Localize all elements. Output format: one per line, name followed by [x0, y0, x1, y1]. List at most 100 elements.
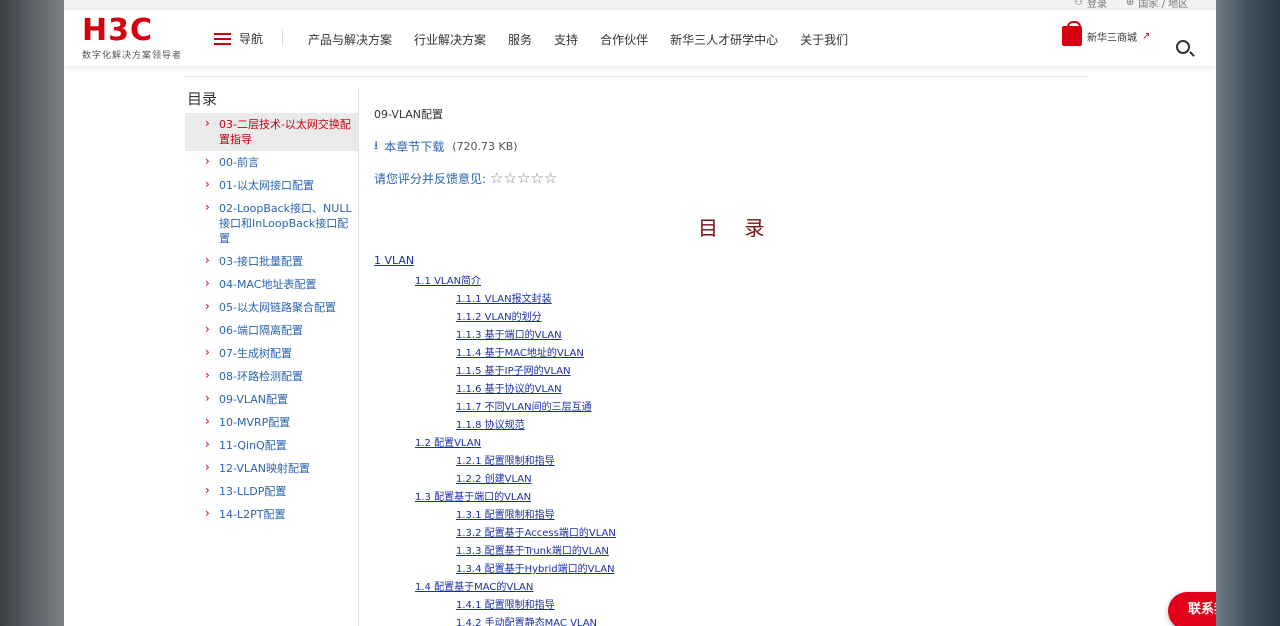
download-icon: ⭳: [374, 138, 379, 152]
nav-link[interactable]: 新华三人才研学中心: [670, 31, 778, 48]
login-link[interactable]: ⚇ 登录: [1074, 0, 1107, 10]
nav-menu-label: 导航: [239, 32, 264, 46]
sidebar-item[interactable]: › 12-VLAN映射配置: [185, 457, 358, 480]
chevron-right-icon: ›: [205, 345, 210, 359]
sidebar-item-label: 07-生成树配置: [219, 347, 292, 360]
shop-link[interactable]: 新华三商城 ↗: [1062, 21, 1150, 46]
logo-tagline: 数字化解决方案领导者: [82, 51, 183, 61]
toc-heading: 目 录: [698, 216, 775, 240]
search-icon[interactable]: [1176, 40, 1190, 54]
toc-link[interactable]: 1.3.4 配置基于Hybrid端口的VLAN: [374, 561, 1074, 579]
download-size: (720.73 KB): [452, 140, 518, 153]
sidebar-item-label: 08-环路检测配置: [219, 370, 303, 383]
sidebar-item-label: 02-LoopBack接口、NULL接口和InLoopBack接口配置: [219, 202, 352, 245]
rating-label: 请您评分并反馈意见:: [374, 171, 487, 186]
nav-menu-button[interactable]: 导航: [214, 30, 263, 47]
toc-link[interactable]: 1.3.1 配置限制和指导: [374, 507, 1074, 525]
chapter-download-link[interactable]: ⭳ 本章节下载 (720.73 KB): [374, 136, 1094, 157]
main-nav: 产品与解决方案 行业解决方案 服务 支持 合作伙伴 新华三人才研学中心 关于我们: [308, 31, 870, 48]
shopping-bag-icon: [1062, 21, 1082, 46]
chevron-right-icon: ›: [205, 253, 210, 267]
chapter-title: 09-VLAN配置: [374, 108, 443, 121]
chevron-right-icon: ›: [205, 460, 210, 474]
logo-mark: H3C: [82, 13, 153, 48]
sidebar-item[interactable]: › 00-前言: [185, 151, 358, 174]
sidebar-item[interactable]: › 05-以太网链路聚合配置: [185, 296, 358, 319]
chevron-right-icon: ›: [205, 177, 210, 191]
sidebar-item-label: 05-以太网链路聚合配置: [219, 301, 336, 314]
sidebar-item-label: 03-接口批量配置: [219, 255, 303, 268]
toc-link[interactable]: 1.3 配置基于端口的VLAN: [374, 489, 1074, 507]
sidebar-item[interactable]: › 09-VLAN配置: [185, 388, 358, 411]
toc-link[interactable]: 1.1.4 基于MAC地址的VLAN: [374, 345, 1074, 363]
chevron-right-icon: ›: [205, 276, 210, 290]
sidebar-item[interactable]: › 14-L2PT配置: [185, 503, 358, 526]
toc-link[interactable]: 1.1.6 基于协议的VLAN: [374, 381, 1074, 399]
chevron-right-icon: ›: [205, 299, 210, 313]
chevron-right-icon: ›: [205, 200, 210, 214]
nav-link[interactable]: 产品与解决方案: [308, 31, 392, 48]
sidebar-item-label: 11-QinQ配置: [219, 439, 287, 452]
sidebar-item-label: 06-端口隔离配置: [219, 324, 303, 337]
rating-stars[interactable]: ☆☆☆☆☆: [490, 169, 557, 187]
toc-link[interactable]: 1.3.3 配置基于Trunk端口的VLAN: [374, 543, 1074, 561]
sidebar-item[interactable]: › 03-二层技术-以太网交换配置指导: [185, 113, 358, 151]
globe-icon: ⊕: [1126, 0, 1135, 8]
nav-link[interactable]: 服务: [508, 31, 532, 48]
content-divider: [184, 76, 1088, 77]
sidebar-item[interactable]: › 08-环路检测配置: [185, 365, 358, 388]
sidebar-item[interactable]: › 04-MAC地址表配置: [185, 273, 358, 296]
shop-label: 新华三商城: [1087, 32, 1137, 44]
toc-link[interactable]: 1.4 配置基于MAC的VLAN: [374, 579, 1074, 597]
nav-link[interactable]: 行业解决方案: [414, 31, 486, 48]
toc-link[interactable]: 1.1.1 VLAN报文封装: [374, 291, 1074, 309]
page: ⚇ 登录 ⊕ 国家 / 地区 H3C 数字化解决方案领导者 导航 产品与解决方案…: [64, 0, 1216, 626]
top-bar: ⚇ 登录 ⊕ 国家 / 地区: [64, 0, 1216, 10]
sidebar: 目录 › 03-二层技术-以太网交换配置指导 › 00-前言 › 01-以太网接口配置 › 0…: [185, 88, 359, 626]
main-content: 09-VLAN配置 ⭳ 本章节下载 (720.73 KB) 请您评分并反馈意见:…: [374, 100, 1094, 626]
toc-link[interactable]: 1.2.2 创建VLAN: [374, 471, 1074, 489]
sidebar-item[interactable]: › 13-LLDP配置: [185, 480, 358, 503]
chevron-right-icon: ›: [205, 116, 210, 130]
sidebar-item[interactable]: › 06-端口隔离配置: [185, 319, 358, 342]
chevron-right-icon: ›: [205, 391, 210, 405]
hamburger-icon: [214, 32, 231, 45]
sidebar-item-label: 12-VLAN映射配置: [219, 462, 310, 475]
chevron-right-icon: ›: [205, 154, 210, 168]
region-link[interactable]: ⊕ 国家 / 地区: [1126, 0, 1188, 10]
toc-link[interactable]: 1.1.3 基于端口的VLAN: [374, 327, 1074, 345]
toc-link[interactable]: 1.1.7 不同VLAN间的三层互通: [374, 399, 1074, 417]
sidebar-item[interactable]: › 01-以太网接口配置: [185, 174, 358, 197]
user-icon: ⚇: [1074, 0, 1083, 8]
logo[interactable]: H3C 数字化解决方案领导者: [82, 13, 183, 62]
toc-link[interactable]: 1.1.8 协议规范: [374, 417, 1074, 435]
toc-link[interactable]: 1.1 VLAN简介: [374, 273, 1074, 291]
sidebar-item-label: 13-LLDP配置: [219, 485, 287, 498]
contact-us-button[interactable]: 联系我们: [1168, 592, 1216, 626]
sidebar-list: › 03-二层技术-以太网交换配置指导 › 00-前言 › 01-以太网接口配置 › 02-L…: [185, 113, 358, 526]
toc-link[interactable]: 1.1.5 基于IP子网的VLAN: [374, 363, 1074, 381]
rating-row: 请您评分并反馈意见: ☆☆☆☆☆: [374, 169, 1094, 187]
toc-link[interactable]: 1.3.2 配置基于Access端口的VLAN: [374, 525, 1074, 543]
table-of-contents: 1 VLAN 1.1 VLAN简介 1.1.1 VLAN报文封装 1.1.2 VLAN…: [374, 252, 1074, 626]
sidebar-item-label: 04-MAC地址表配置: [219, 278, 317, 291]
sidebar-item[interactable]: › 02-LoopBack接口、NULL接口和InLoopBack接口配置: [185, 197, 358, 250]
nav-link[interactable]: 合作伙伴: [600, 31, 648, 48]
sidebar-item-label: 14-L2PT配置: [219, 508, 286, 521]
nav-divider: [282, 30, 283, 46]
sidebar-item[interactable]: › 11-QinQ配置: [185, 434, 358, 457]
toc-link[interactable]: 1.4.2 手动配置静态MAC VLAN: [374, 615, 1074, 626]
toc-link[interactable]: 1.1.2 VLAN的划分: [374, 309, 1074, 327]
chevron-right-icon: ›: [205, 483, 210, 497]
toc-link[interactable]: 1 VLAN: [374, 252, 1074, 270]
sidebar-item[interactable]: › 07-生成树配置: [185, 342, 358, 365]
nav-link[interactable]: 关于我们: [800, 31, 848, 48]
toc-link[interactable]: 1.2 配置VLAN: [374, 435, 1074, 453]
toc-link[interactable]: 1.4.1 配置限制和指导: [374, 597, 1074, 615]
chevron-right-icon: ›: [205, 368, 210, 382]
toc-link[interactable]: 1.2.1 配置限制和指导: [374, 453, 1074, 471]
sidebar-item[interactable]: › 03-接口批量配置: [185, 250, 358, 273]
sidebar-item-label: 10-MVRP配置: [219, 416, 291, 429]
nav-link[interactable]: 支持: [554, 31, 578, 48]
sidebar-item[interactable]: › 10-MVRP配置: [185, 411, 358, 434]
